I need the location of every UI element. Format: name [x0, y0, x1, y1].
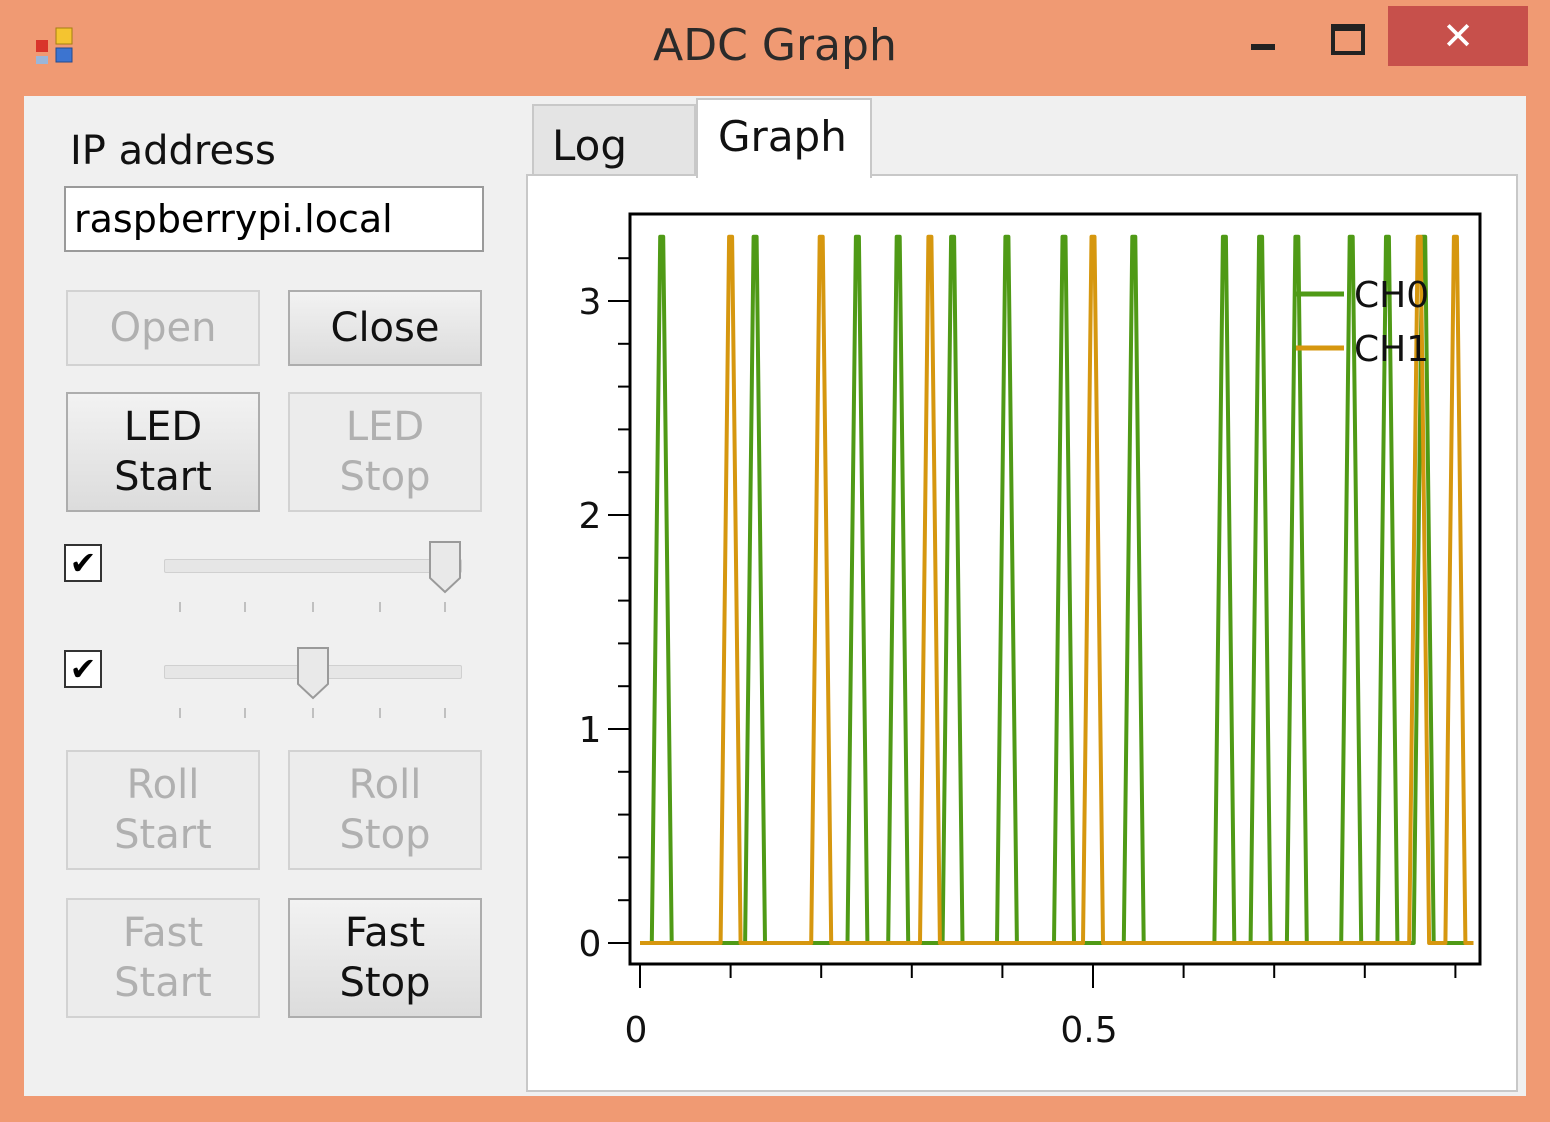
fast-stop-label-line1: Fast — [344, 910, 426, 956]
ip-address-label: IP address — [70, 128, 276, 174]
fast-stop-label-line2: Stop — [339, 960, 431, 1006]
slider-2-tick — [179, 708, 181, 718]
slider-1-tick — [444, 602, 446, 612]
legend-label-ch0: CH0 — [1354, 275, 1429, 316]
open-label: Open — [109, 305, 217, 351]
fast-stop-button[interactable]: Fast Stop — [288, 898, 482, 1018]
adc-chart: 0 1 2 3 0 0.5 CH0 CH1 — [579, 212, 1482, 1051]
y-tick-label: 2 — [579, 496, 602, 537]
roll-stop-label-line2: Stop — [339, 812, 431, 858]
roll-start-label-line1: Roll — [126, 762, 200, 808]
slider-2-tick — [444, 708, 446, 718]
roll-start-label-line2: Start — [114, 812, 212, 858]
slider-1-tick — [312, 602, 314, 612]
led-start-button[interactable]: LED Start — [66, 392, 260, 512]
roll-start-button[interactable]: Roll Start — [66, 750, 260, 870]
led-start-label-line2: Start — [114, 454, 212, 500]
ip-address-input[interactable] — [64, 186, 484, 252]
slider-2-thumb[interactable] — [296, 646, 330, 700]
x-tick-label: 0 — [625, 1010, 648, 1051]
close-label: Close — [330, 305, 440, 351]
slider-2-tick — [312, 708, 314, 718]
led-start-label-line1: LED — [123, 404, 203, 450]
led-stop-button[interactable]: LED Stop — [288, 392, 482, 512]
y-tick-label: 3 — [579, 282, 602, 323]
graph-tab-page: 0 1 2 3 0 0.5 CH0 CH1 — [526, 174, 1518, 1092]
led-stop-label-line2: Stop — [339, 454, 431, 500]
legend-label-ch1: CH1 — [1354, 329, 1429, 370]
tab-graph[interactable]: Graph — [696, 98, 872, 178]
close-window-button[interactable]: ✕ — [1388, 6, 1528, 66]
slider-1-tick — [179, 602, 181, 612]
roll-stop-label-line1: Roll — [348, 762, 422, 808]
slider-1-tick — [244, 602, 246, 612]
slider-2-tick — [244, 708, 246, 718]
slider-2-tick — [379, 708, 381, 718]
client-area: IP address Open Close LED Start LED Stop… — [24, 96, 1526, 1096]
minimize-button[interactable] — [1226, 6, 1302, 66]
led-stop-label-line1: LED — [345, 404, 425, 450]
tab-log[interactable]: Log — [532, 104, 696, 174]
y-tick-label: 0 — [579, 924, 602, 965]
fast-start-button[interactable]: Fast Start — [66, 898, 260, 1018]
fast-start-label-line2: Start — [114, 960, 212, 1006]
title-bar[interactable]: ADC Graph ✕ — [0, 0, 1550, 96]
y-tick-label: 1 — [579, 710, 602, 751]
slider-1-tick — [379, 602, 381, 612]
app-window: ADC Graph ✕ IP address Open Close LED St… — [0, 0, 1550, 1122]
slider-1-thumb[interactable] — [428, 540, 462, 594]
fast-start-label-line1: Fast — [122, 910, 204, 956]
roll-stop-button[interactable]: Roll Stop — [288, 750, 482, 870]
slider-1-track[interactable] — [164, 559, 462, 573]
close-button[interactable]: Close — [288, 290, 482, 366]
x-tick-label: 0.5 — [1060, 1010, 1117, 1051]
open-button[interactable]: Open — [66, 290, 260, 366]
checkbox-1[interactable]: ✔ — [64, 544, 102, 582]
maximize-button[interactable] — [1308, 6, 1384, 66]
checkbox-2[interactable]: ✔ — [64, 650, 102, 688]
